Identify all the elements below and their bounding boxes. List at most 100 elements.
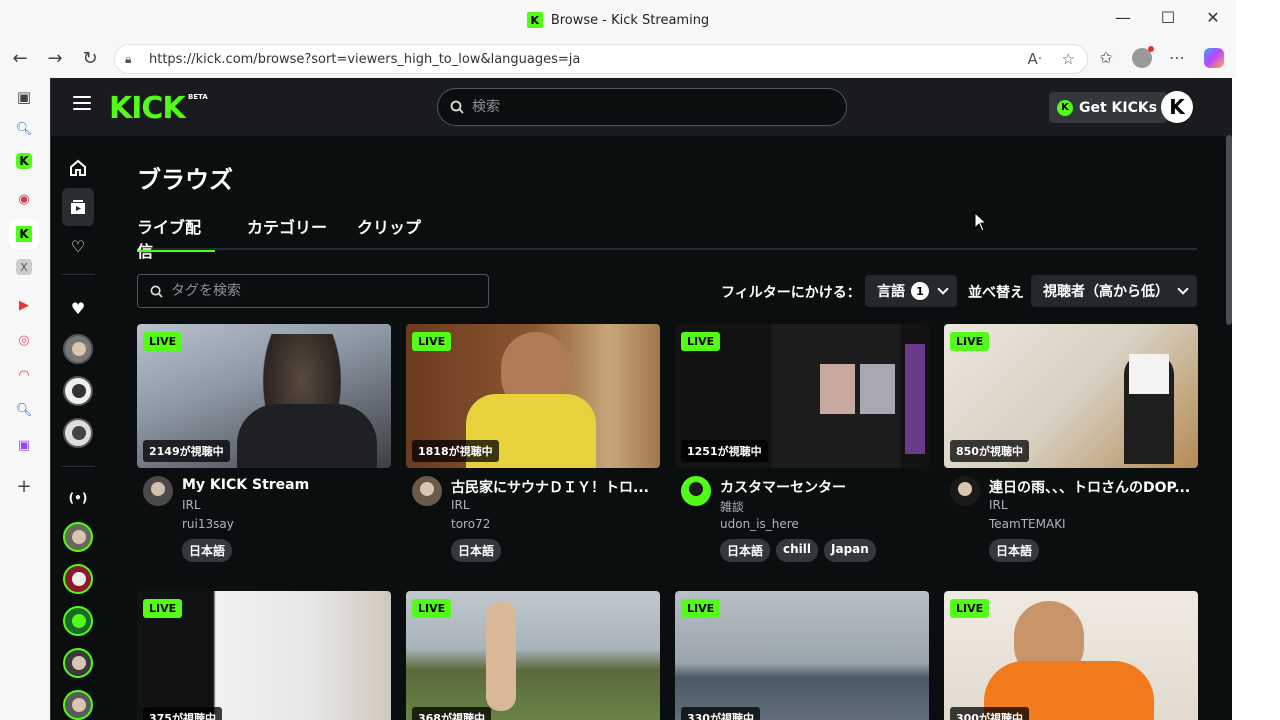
live-broadcast-icon[interactable]: (•) [64,484,92,512]
youtube-tab-icon[interactable]: ▶ [13,294,35,316]
channel-avatar[interactable] [950,476,980,506]
channel-avatar[interactable] [412,476,442,506]
recommended-channel-avatar[interactable] [63,648,93,678]
stream-username[interactable]: udon_is_here [720,517,799,531]
search-tab-icon[interactable]: 🔍︎ [13,118,35,140]
stream-thumbnail[interactable]: LIVE 368が視聴中 [406,591,660,720]
stream-tag[interactable]: 日本語 [451,539,502,562]
minimize-button[interactable]: — [1103,8,1143,27]
stream-category[interactable]: IRL [989,498,1008,512]
kick-active-tab-icon[interactable]: K [13,223,35,245]
forward-icon[interactable]: → [43,48,67,69]
profile-icon[interactable] [1130,46,1154,68]
close-button[interactable]: ✕ [1193,8,1233,27]
x-tab-icon[interactable]: X [16,259,32,275]
home-icon[interactable] [64,154,92,182]
stream-title[interactable]: 連日の雨、、、トロさんのDOP... [989,477,1198,497]
stream-thumbnail[interactable]: LIVE 1251が視聴中 [675,324,929,468]
refresh-icon[interactable]: ↻ [78,48,102,69]
browse-icon[interactable] [62,188,94,226]
stream-tag[interactable]: chill [776,539,819,562]
tag-search-box[interactable] [137,274,489,308]
search-tab-icon-2[interactable]: 🔍︎ [13,399,35,421]
get-kicks-label: Get KICKs [1079,99,1158,116]
chevron-down-icon [1177,283,1189,295]
recommended-channel-avatar[interactable] [63,690,93,720]
window-title: K Browse - Kick Streaming [526,12,709,28]
stream-thumbnail[interactable]: LIVE 330が視聴中 [675,591,929,720]
followed-channel-avatar[interactable] [63,418,93,448]
kick-logo[interactable]: KICK [109,91,186,126]
gauge-tab-icon[interactable]: ◠ [13,364,35,386]
back-icon[interactable]: ← [8,48,32,69]
copilot-icon[interactable] [1202,48,1226,68]
stream-username[interactable]: toro72 [451,517,490,531]
stream-tag[interactable]: 日本語 [182,539,233,562]
followed-channels-icon[interactable]: ♥ [64,294,92,322]
stream-title[interactable]: My KICK Stream [182,477,391,493]
search-bar[interactable] [437,88,847,126]
window-title-bar: K Browse - Kick Streaming — ☐ ✕ [0,0,1236,40]
stream-username[interactable]: rui13say [182,517,234,531]
kick-tab-icon[interactable]: K [16,153,32,169]
favorite-star-icon[interactable]: ☆ [1062,50,1075,68]
stream-thumbnail[interactable]: LIVE 850が視聴中 [944,324,1198,468]
recommended-channel-avatar[interactable] [63,564,93,594]
tab-live[interactable]: ライブ配信 [137,214,215,261]
live-badge: LIVE [950,599,990,618]
followed-channel-avatar[interactable] [63,334,93,364]
live-badge: LIVE [143,332,183,351]
sort-dropdown[interactable]: 視聴者（高から低） [1031,275,1197,307]
stream-tag[interactable]: 日本語 [989,539,1040,562]
user-avatar[interactable]: K [1161,91,1193,123]
stream-title[interactable]: 古民家にサウナＤＩＹ！トロ... [451,477,660,497]
location-tab-icon[interactable]: ◎ [13,329,35,351]
channel-avatar[interactable] [143,476,173,506]
following-heart-icon[interactable]: ♡ [64,232,92,260]
stream-category[interactable]: IRL [451,498,470,512]
kick-header: KICK BETA K Get KICKs K [51,78,1232,136]
viewer-count: 1818が視聴中 [412,440,499,462]
stream-category[interactable]: IRL [182,498,201,512]
address-bar[interactable]: 🔒︎ https://kick.com/browse?sort=viewers_… [114,44,1088,74]
stream-thumbnail[interactable]: LIVE 1818が視聴中 [406,324,660,468]
stream-thumbnail[interactable]: LIVE 300が視聴中 [944,591,1198,720]
filter-label: フィルターにかける： [721,285,861,301]
channel-avatar[interactable] [681,476,711,506]
tab-categories[interactable]: カテゴリー [247,214,327,250]
read-aloud-icon[interactable]: Aᐧ [1027,50,1041,68]
stream-tag[interactable]: 日本語 [720,539,771,562]
new-tab-icon[interactable]: + [13,475,35,497]
kick-page: KICK BETA K Get KICKs K ♡ ♥ (•) [50,78,1232,720]
tab-clips[interactable]: クリップ [357,214,421,250]
recommended-channel-avatar[interactable] [63,522,93,552]
menu-icon[interactable] [73,96,91,110]
url-text[interactable]: https://kick.com/browse?sort=viewers_hig… [149,52,580,67]
filter-count-badge: 1 [911,282,929,300]
tab-icon-red-circle[interactable]: ◉ [13,188,35,210]
maximize-button[interactable]: ☐ [1148,8,1188,27]
viewer-count: 300が視聴中 [950,707,1029,720]
twitch-tab-icon[interactable]: ▣ [13,434,35,456]
recommended-channel-avatar[interactable] [63,606,93,636]
stream-tags: 日本語 [451,539,502,562]
followed-channel-avatar[interactable] [63,376,93,406]
search-input[interactable] [472,99,812,115]
tag-search-input[interactable] [171,283,471,299]
stream-thumbnail[interactable]: LIVE 375が視聴中 [137,591,391,720]
language-filter-dropdown[interactable]: 言語 1 [865,275,957,307]
stream-username[interactable]: TeamTEMAKI [989,517,1066,531]
kick-sidebar: ♡ ♥ (•) [51,136,105,720]
get-kicks-button[interactable]: K Get KICKs [1049,92,1168,123]
stream-title[interactable]: カスタマーセンター [720,477,929,497]
stream-thumbnail[interactable]: LIVE 2149が視聴中 [137,324,391,468]
stream-tags: 日本語 chill Japan [720,539,876,562]
stream-category[interactable]: 雑談 [720,498,744,515]
chevron-down-icon [937,283,949,295]
tab-actions-icon[interactable]: ▣ [13,86,35,108]
favorites-icon[interactable]: ✩ [1094,48,1118,67]
stream-tag[interactable]: Japan [824,539,876,562]
more-menu-icon[interactable]: ⋯ [1165,48,1189,67]
viewer-count: 2149が視聴中 [143,440,230,462]
page-scrollbar[interactable] [1226,135,1232,325]
